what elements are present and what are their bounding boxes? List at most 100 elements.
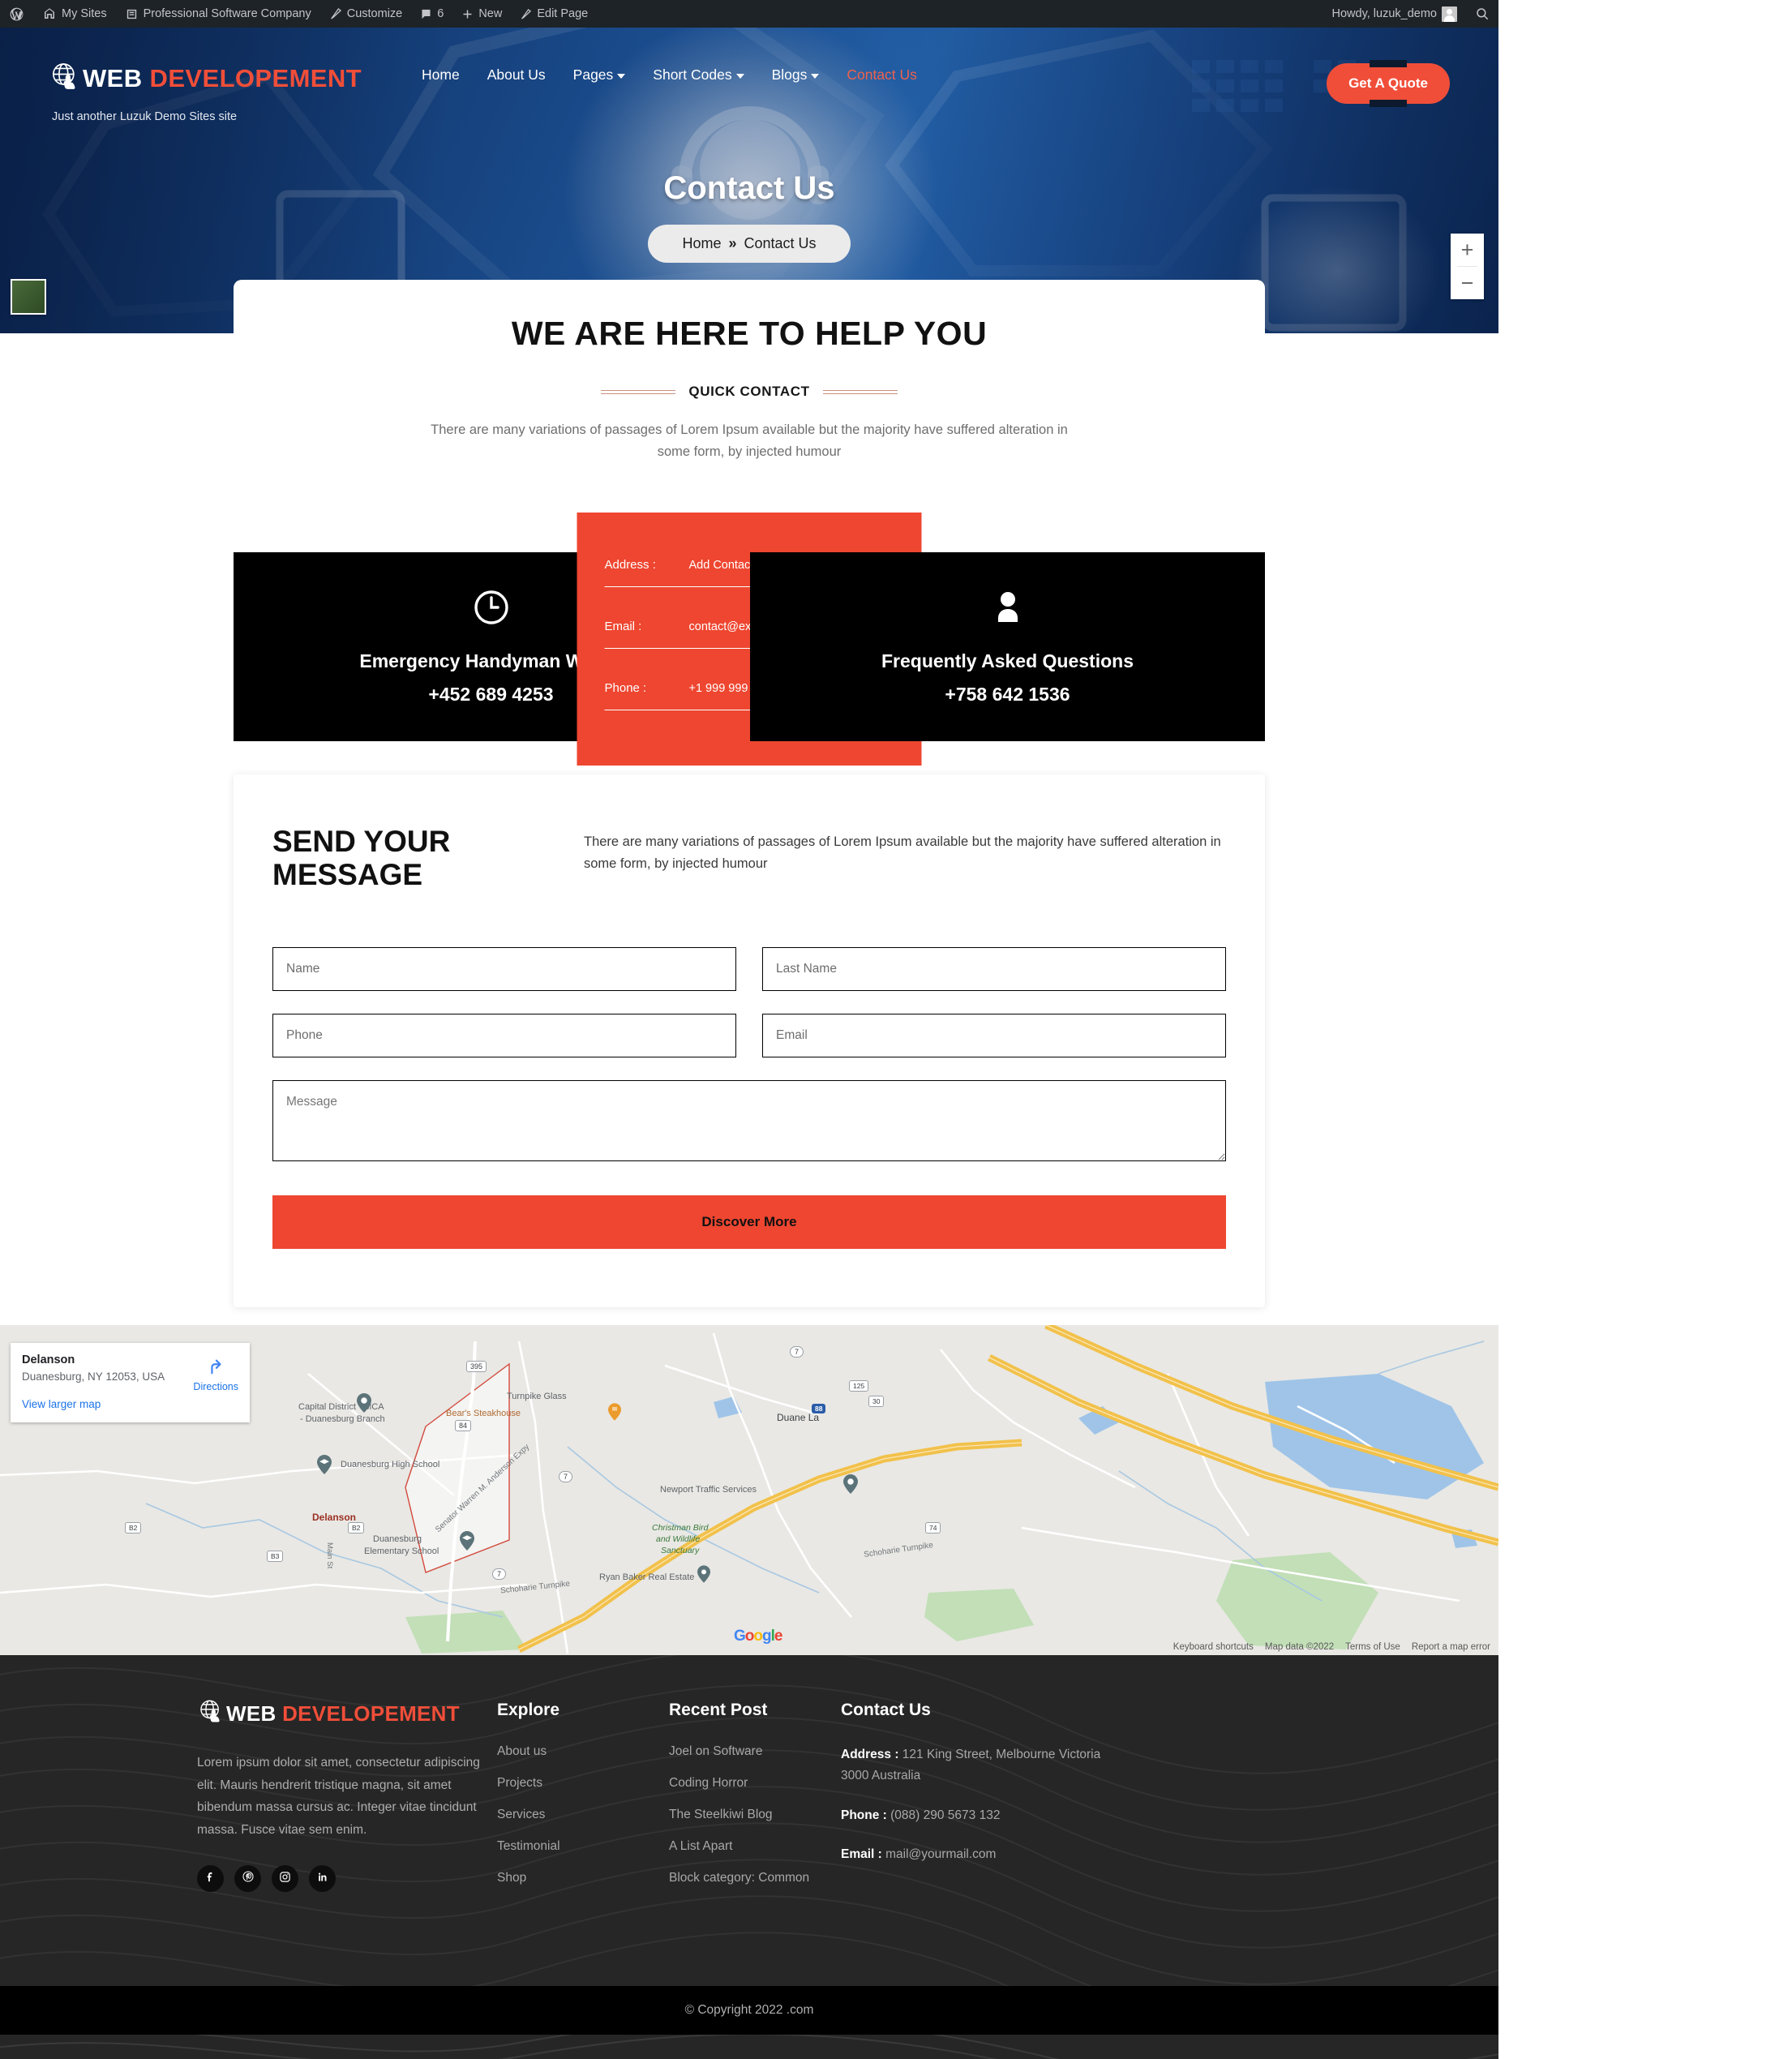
footer-address: Address : 121 King Street, Melbourne Vic…: [841, 1744, 1108, 1787]
footer-post-steelkiwi-blog[interactable]: The Steelkiwi Blog: [669, 1808, 841, 1822]
site-name-menu[interactable]: Professional Software Company: [116, 0, 320, 28]
brand-title-part2: DEVELOPEMENT: [149, 64, 362, 92]
primary-navigation: Home About Us Pages Short Codes Blogs Co…: [422, 66, 917, 84]
footer-tail: [0, 2035, 1498, 2059]
nav-item-about-us[interactable]: About Us: [487, 66, 546, 84]
plus-icon: [461, 8, 474, 20]
new-content-menu[interactable]: New: [452, 0, 511, 28]
copyright-bar: © Copyright 2022 .com: [0, 1986, 1498, 2035]
view-larger-map-link[interactable]: View larger map: [22, 1398, 238, 1410]
new-label: New: [478, 7, 503, 20]
logo-row: WEB DEVELOPEMENT: [49, 60, 397, 97]
my-sites-menu[interactable]: My Sites: [33, 0, 116, 28]
customize-menu[interactable]: Customize: [320, 0, 412, 28]
nav-item-pages[interactable]: Pages: [573, 66, 626, 84]
form-row-1: [272, 946, 1226, 991]
get-a-quote-wrapper: Get A Quote: [1327, 60, 1450, 107]
comments-menu[interactable]: 6: [411, 0, 452, 28]
contact-box-phone: +452 689 4253: [428, 684, 554, 706]
zoom-in-button[interactable]: +: [1451, 234, 1484, 266]
footer-tail-pattern: [0, 2035, 1498, 2059]
keyboard-shortcuts-link[interactable]: Keyboard shortcuts: [1173, 1642, 1254, 1652]
section-subheading-wrapper: QUICK CONTACT: [234, 384, 1265, 400]
footer-link-shop[interactable]: Shop: [497, 1871, 669, 1885]
footer-recent-post-column: Recent Post Joel on Software Coding Horr…: [669, 1697, 841, 1902]
comments-count: 6: [437, 7, 444, 20]
footer-recent-heading: Recent Post: [669, 1701, 768, 1719]
footer-contact-column: Contact Us Address : 121 King Street, Me…: [841, 1697, 1108, 1902]
contact-box-phone: +758 642 1536: [945, 684, 1070, 706]
footer-post-block-category[interactable]: Block category: Common: [669, 1871, 841, 1885]
footer-description: Lorem ipsum dolor sit amet, consectetur …: [197, 1756, 480, 1837]
directions-arrow-icon: [207, 1359, 225, 1379]
brand-title: WEB DEVELOPEMENT: [83, 66, 362, 91]
footer-columns: WEB DEVELOPEMENT Lorem ipsum dolor sit a…: [0, 1655, 1498, 1902]
site-branding[interactable]: WEB DEVELOPEMENT Just another Luzuk Demo…: [49, 60, 397, 123]
message-textarea[interactable]: [272, 1079, 1226, 1161]
edit-page-label: Edit Page: [537, 7, 589, 20]
footer-link-about-us[interactable]: About us: [497, 1744, 669, 1759]
footer-link-services[interactable]: Services: [497, 1808, 669, 1822]
customize-label: Customize: [346, 7, 403, 20]
wordpress-menu[interactable]: [0, 0, 33, 28]
quote-tick-bottom: [1370, 100, 1408, 107]
email-input[interactable]: [762, 1013, 1226, 1057]
instagram-icon: [279, 1871, 291, 1887]
last-name-input[interactable]: [762, 946, 1226, 991]
instagram-link[interactable]: [272, 1865, 298, 1893]
footer-brand-part1: WEB: [226, 1701, 283, 1726]
admin-bar-right: Howdy, luzuk_demo: [1323, 0, 1499, 28]
howdy-menu[interactable]: Howdy, luzuk_demo: [1323, 0, 1467, 28]
wp-admin-bar: My Sites Professional Software Company C…: [0, 0, 1498, 28]
get-a-quote-button[interactable]: Get A Quote: [1327, 63, 1450, 104]
edit-page-menu[interactable]: Edit Page: [511, 0, 597, 28]
page-root: My Sites Professional Software Company C…: [0, 0, 1792, 2059]
footer-logo-row[interactable]: WEB DEVELOPEMENT: [197, 1697, 497, 1729]
pinterest-link[interactable]: [234, 1865, 261, 1893]
footer-post-a-list-apart[interactable]: A List Apart: [669, 1839, 841, 1854]
clock-icon: [472, 588, 511, 631]
map-streetview-thumbnail[interactable]: [11, 279, 46, 315]
linkedin-link[interactable]: [309, 1865, 336, 1893]
brand-title-part1: WEB: [83, 64, 150, 92]
footer-post-coding-horror[interactable]: Coding Horror: [669, 1776, 841, 1791]
nav-item-short-codes[interactable]: Short Codes: [653, 66, 744, 84]
wordpress-icon: [9, 6, 24, 22]
map-directions-button[interactable]: Directions: [193, 1358, 238, 1392]
search-icon: [1475, 6, 1490, 21]
nav-item-contact-us[interactable]: Contact Us: [847, 66, 917, 84]
site-icon: [125, 7, 139, 21]
footer-brand-part2: DEVELOPEMENT: [282, 1701, 460, 1726]
contact-box-faq[interactable]: Frequently Asked Questions +758 642 1536: [750, 552, 1265, 742]
edit-icon: [520, 8, 532, 20]
pinterest-icon: [242, 1870, 255, 1887]
footer-phone: Phone : (088) 290 5673 132: [841, 1805, 1108, 1826]
terms-of-use-link[interactable]: Terms of Use: [1345, 1642, 1400, 1652]
globe-logo-icon: [49, 60, 81, 97]
divider-right: [822, 389, 898, 394]
footer-explore-column: Explore About us Projects Services Testi…: [497, 1697, 669, 1902]
footer-link-projects[interactable]: Projects: [497, 1776, 669, 1791]
zoom-out-button[interactable]: −: [1451, 267, 1484, 299]
footer-brand-title: WEB DEVELOPEMENT: [226, 1703, 460, 1724]
phone-input[interactable]: [272, 1013, 736, 1057]
sites-icon: [42, 6, 57, 21]
facebook-link[interactable]: [197, 1865, 224, 1893]
first-name-input[interactable]: [272, 946, 736, 991]
footer-link-testimonial[interactable]: Testimonial: [497, 1839, 669, 1854]
discover-more-button[interactable]: Discover More: [272, 1195, 1226, 1249]
site-footer: WEB DEVELOPEMENT Lorem ipsum dolor sit a…: [0, 1655, 1498, 1986]
quote-tick-top: [1370, 60, 1408, 67]
admin-search-button[interactable]: [1466, 0, 1498, 28]
email-label: Email :: [604, 620, 642, 634]
pencil-icon: [329, 7, 342, 20]
nav-item-blogs[interactable]: Blogs: [772, 66, 820, 84]
quick-contact-card: WE ARE HERE TO HELP YOU QUICK CONTACT Th…: [234, 280, 1265, 766]
footer-post-joel-on-software[interactable]: Joel on Software: [669, 1744, 841, 1759]
form-header: SEND YOUR MESSAGE There are many variati…: [272, 825, 1226, 892]
section-subheading: QUICK CONTACT: [688, 384, 810, 399]
nav-item-home[interactable]: Home: [422, 66, 460, 84]
breadcrumb-home[interactable]: Home: [682, 235, 721, 251]
nav-label: Home: [422, 66, 460, 83]
report-map-error-link[interactable]: Report a map error: [1412, 1642, 1490, 1652]
